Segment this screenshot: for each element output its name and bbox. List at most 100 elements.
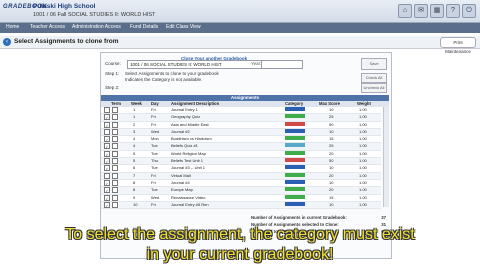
select-checkbox[interactable] — [112, 136, 118, 143]
select-checkbox[interactable] — [112, 107, 118, 113]
nav-admin-access[interactable]: Administration Access — [72, 24, 121, 30]
step1-label: Step 1: — [105, 71, 120, 76]
select-checkbox[interactable] — [112, 172, 118, 179]
cell-week: 9 — [133, 194, 136, 200]
table-row: ✓ 2 Fri Asia and Middle East 50 1.00 — [101, 121, 381, 129]
clone-checkbox[interactable]: ✓ — [104, 136, 110, 143]
check-all-button[interactable]: Check All — [361, 73, 387, 83]
app-header: GRADEBOOK Pulaski High School 1001 / 06 … — [0, 0, 480, 23]
cell-week: 6 — [133, 165, 136, 171]
caption-line-2: in your current gradebook! — [146, 246, 334, 263]
select-checkbox[interactable] — [112, 165, 118, 172]
table-row: ✓ 1 Fri Geography Quiz 25 1.00 — [101, 114, 381, 122]
cell-description: Journal Entry #5 Ren — [171, 201, 209, 207]
select-checkbox[interactable] — [112, 201, 118, 208]
category-swatch — [285, 107, 305, 111]
cell-max-score: 10 — [329, 128, 334, 134]
cell-description: Beliefs Quiz #1 — [171, 143, 198, 149]
nav-fund-details[interactable]: Fund Details — [130, 24, 158, 30]
nav-home[interactable]: Home — [6, 24, 19, 30]
table-row: ✓ 4 Mon Buddhism vs Hinduism 15 1.00 — [101, 136, 381, 144]
cell-max-score: 20 — [329, 187, 334, 193]
uncheck-all-button[interactable]: Uncheck All — [361, 83, 387, 93]
category-swatch — [285, 128, 305, 133]
cell-week: 1 — [133, 107, 136, 112]
course-label: Course: — [105, 61, 121, 66]
select-checkbox[interactable] — [112, 128, 118, 135]
cell-week: 1 — [133, 114, 136, 120]
select-checkbox[interactable] — [112, 114, 118, 121]
select-checkbox[interactable] — [112, 187, 118, 194]
table-row: ✓ 10 Fri Journal Entry #5 Ren 10 1.00 — [101, 201, 381, 210]
clone-checkbox[interactable]: ✓ — [104, 187, 110, 194]
table-row: 1 Fri Journal Entry 1 10 1.00 — [101, 107, 381, 115]
cell-weight: 1.00 — [359, 179, 367, 185]
print-button[interactable]: Print Maintenance — [440, 37, 476, 54]
cell-weight: 1.00 — [359, 165, 367, 171]
clone-checkbox[interactable] — [104, 107, 110, 113]
select-checkbox[interactable] — [112, 143, 118, 150]
clone-checkbox[interactable]: ✓ — [104, 114, 110, 121]
cell-max-score: 10 — [329, 165, 334, 171]
home-icon[interactable]: ⌂ — [398, 4, 412, 18]
clone-checkbox[interactable] — [104, 128, 110, 135]
cell-description: Virtual Mall — [171, 172, 191, 178]
cell-week: 8 — [133, 179, 136, 185]
select-checkbox[interactable] — [112, 121, 118, 128]
cell-week: 5 — [133, 158, 136, 164]
clone-checkbox[interactable] — [104, 172, 110, 179]
back-arrow-icon[interactable]: ‹ — [3, 38, 11, 46]
cell-weight: 1.00 — [359, 158, 367, 164]
step1-text: Select Assignments to clone to your grad… — [125, 71, 219, 76]
cell-week: 3 — [133, 128, 136, 134]
clone-checkbox[interactable]: ✓ — [104, 165, 110, 172]
select-checkbox[interactable] — [112, 179, 118, 186]
table-row: 3 Wed Journal #2 10 1.00 — [101, 128, 381, 137]
clone-checkbox[interactable]: ✓ — [104, 194, 110, 201]
cell-week: 2 — [133, 121, 136, 127]
category-swatch — [285, 114, 305, 119]
cell-max-score: 15 — [329, 136, 334, 142]
select-checkbox[interactable] — [112, 194, 118, 201]
clone-checkbox[interactable]: ✓ — [104, 179, 110, 186]
select-checkbox[interactable] — [112, 158, 118, 165]
table-row: ✓ 6 Tue Journal #3 -- Unit 1 10 1.00 — [101, 165, 381, 173]
clone-checkbox[interactable]: ✓ — [104, 121, 110, 128]
select-checkbox[interactable] — [112, 150, 118, 157]
cell-max-score: 50 — [329, 121, 334, 127]
table-row: ✓ 8 Tue Europe Map 20 1.00 — [101, 187, 381, 195]
cell-weight: 1.00 — [359, 150, 367, 156]
clone-checkbox[interactable]: ✓ — [104, 150, 110, 157]
cell-week: 4 — [133, 143, 136, 149]
logout-icon[interactable]: ⏻ — [462, 4, 476, 18]
cell-week: 7 — [133, 172, 136, 178]
cell-max-score: 10 — [329, 201, 334, 207]
cell-description: Geography Quiz — [171, 114, 201, 120]
nav-teacher-access[interactable]: Teacher Access — [30, 24, 65, 30]
year-select[interactable] — [261, 60, 303, 69]
save-button[interactable]: Save — [361, 58, 387, 70]
cell-day: Tue — [151, 150, 158, 156]
clone-checkbox[interactable]: ✓ — [104, 143, 110, 150]
table-scrollbar[interactable] — [383, 107, 389, 207]
category-note: Indicates the Category is not available. — [125, 77, 203, 82]
help-icon[interactable]: ? — [446, 4, 460, 18]
clone-checkbox[interactable]: ✓ — [104, 201, 110, 208]
main-nav: Home Teacher Access Administration Acces… — [0, 23, 480, 33]
cell-day: Wed — [151, 128, 160, 134]
cell-max-score: 10 — [329, 179, 334, 185]
clone-checkbox[interactable]: ✓ — [104, 158, 110, 165]
mail-icon[interactable]: ✉ — [414, 4, 428, 18]
cell-week: 10 — [133, 201, 138, 207]
year-label: Year: — [251, 61, 262, 66]
cell-day: Thu — [151, 158, 158, 164]
nav-edit-class-view[interactable]: Edit Class View — [166, 24, 201, 30]
calendar-icon[interactable]: ▦ — [430, 4, 444, 18]
category-swatch — [285, 158, 305, 163]
cell-max-score: 10 — [329, 107, 334, 112]
cell-description: Journal #2 — [171, 128, 190, 134]
cell-week: 5 — [133, 150, 136, 156]
cell-description: Journal #3 -- Unit 1 — [171, 165, 206, 171]
course-title: 1001 / 06 Fall SOCIAL STUDIES II: WORLD … — [33, 12, 156, 18]
course-select[interactable]: 1001 / 06 SOCIAL STUDIES II: WORLD HIST — [127, 60, 271, 69]
